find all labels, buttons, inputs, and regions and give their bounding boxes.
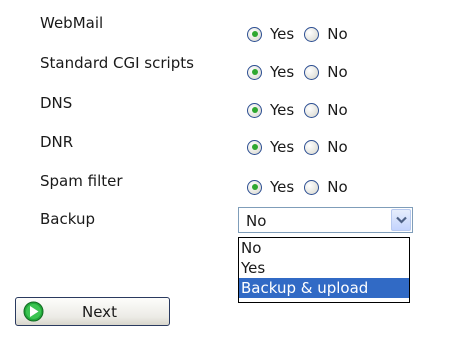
- dropdown-option-backup-upload[interactable]: Backup & upload: [239, 278, 409, 298]
- backup-select-value: No: [246, 212, 267, 230]
- dropdown-arrow-button[interactable]: [391, 209, 411, 231]
- next-button-label: Next: [82, 303, 117, 321]
- webmail-yes-label[interactable]: Yes: [270, 25, 294, 43]
- backup-select[interactable]: No: [238, 207, 413, 233]
- dns-no-radio[interactable]: [304, 102, 320, 118]
- backup-label: Backup: [40, 210, 95, 228]
- dnr-no-label[interactable]: No: [327, 138, 347, 156]
- spam-filter-yes-radio[interactable]: [247, 179, 262, 195]
- dnr-radio-group: Yes No: [247, 137, 358, 157]
- dns-radio-group: Yes No: [247, 100, 358, 120]
- dns-label: DNS: [40, 94, 73, 112]
- webmail-radio-group: Yes No: [247, 24, 358, 44]
- dropdown-option-no[interactable]: No: [239, 238, 409, 258]
- cgi-scripts-no-radio[interactable]: [304, 64, 320, 80]
- next-button[interactable]: Next: [15, 297, 170, 326]
- dns-yes-radio[interactable]: [247, 102, 262, 118]
- spam-filter-label: Spam filter: [40, 172, 123, 190]
- chevron-down-icon: [396, 216, 407, 224]
- page: WebMail Yes No Standard CGI scripts Yes …: [0, 0, 466, 337]
- dns-yes-label[interactable]: Yes: [270, 101, 294, 119]
- dnr-no-radio[interactable]: [304, 139, 320, 155]
- cgi-scripts-no-label[interactable]: No: [327, 63, 347, 81]
- green-arrow-right-icon: [23, 301, 44, 322]
- webmail-no-radio[interactable]: [304, 26, 320, 42]
- dnr-label: DNR: [40, 133, 74, 151]
- cgi-scripts-radio-group: Yes No: [247, 62, 358, 82]
- dropdown-option-yes[interactable]: Yes: [239, 258, 409, 278]
- spam-filter-yes-label[interactable]: Yes: [270, 178, 294, 196]
- webmail-no-label[interactable]: No: [327, 25, 347, 43]
- webmail-label: WebMail: [40, 14, 104, 32]
- spam-filter-no-radio[interactable]: [304, 179, 320, 195]
- spam-filter-no-label[interactable]: No: [327, 178, 347, 196]
- cgi-scripts-yes-radio[interactable]: [247, 64, 262, 80]
- dns-no-label[interactable]: No: [327, 101, 347, 119]
- dnr-yes-label[interactable]: Yes: [270, 138, 294, 156]
- webmail-yes-radio[interactable]: [247, 26, 262, 42]
- backup-dropdown-list: No Yes Backup & upload: [238, 237, 410, 303]
- dnr-yes-radio[interactable]: [247, 139, 262, 155]
- cgi-scripts-yes-label[interactable]: Yes: [270, 63, 294, 81]
- spam-filter-radio-group: Yes No: [247, 177, 358, 197]
- cgi-scripts-label: Standard CGI scripts: [40, 54, 194, 72]
